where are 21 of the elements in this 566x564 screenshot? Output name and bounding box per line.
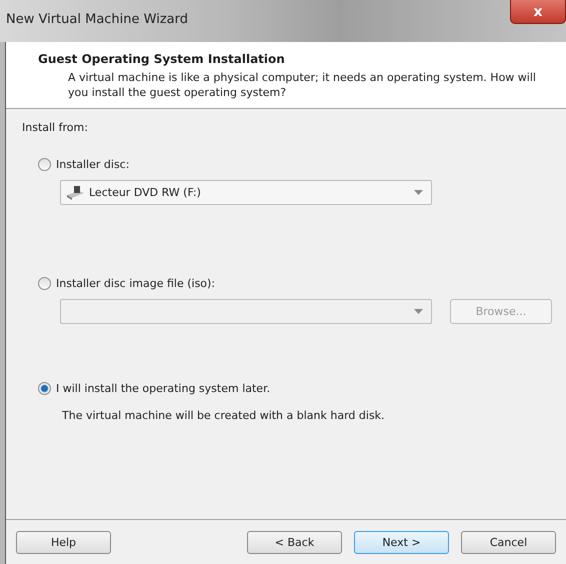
drive-dropdown[interactable]: Lecteur DVD RW (F:) — [60, 180, 432, 205]
radio-button[interactable] — [38, 158, 51, 171]
close-button[interactable]: x — [510, 0, 566, 24]
dialog-button[interactable]: Next > — [354, 530, 449, 554]
disc-drive-icon — [65, 184, 85, 200]
radio-button[interactable] — [38, 277, 51, 290]
iso-path-dropdown[interactable] — [60, 299, 432, 324]
dropdown-caret-icon[interactable] — [414, 309, 423, 314]
dialog-button[interactable]: Help — [16, 530, 111, 554]
page-title: Guest Operating System Installation — [38, 52, 286, 66]
dialog-button[interactable]: Cancel — [461, 530, 556, 554]
dialog-button[interactable]: < Back — [247, 530, 342, 554]
install-from-label: Install from: — [22, 121, 88, 134]
dropdown-caret-icon[interactable] — [414, 190, 423, 195]
page-description: A virtual machine is like a physical computer; it needs an operating system. How will you install the guest operating system? — [68, 70, 537, 100]
option-label[interactable]: I will install the operating system later. — [56, 382, 270, 395]
option-label[interactable]: Installer disc: — [56, 158, 130, 171]
window-title: New Virtual Machine Wizard — [5, 11, 188, 27]
radio-button[interactable] — [38, 382, 51, 395]
option-note: The virtual machine will be created with a blank hard disk. — [62, 409, 385, 422]
option-label[interactable]: Installer disc image file (iso): — [56, 277, 216, 290]
